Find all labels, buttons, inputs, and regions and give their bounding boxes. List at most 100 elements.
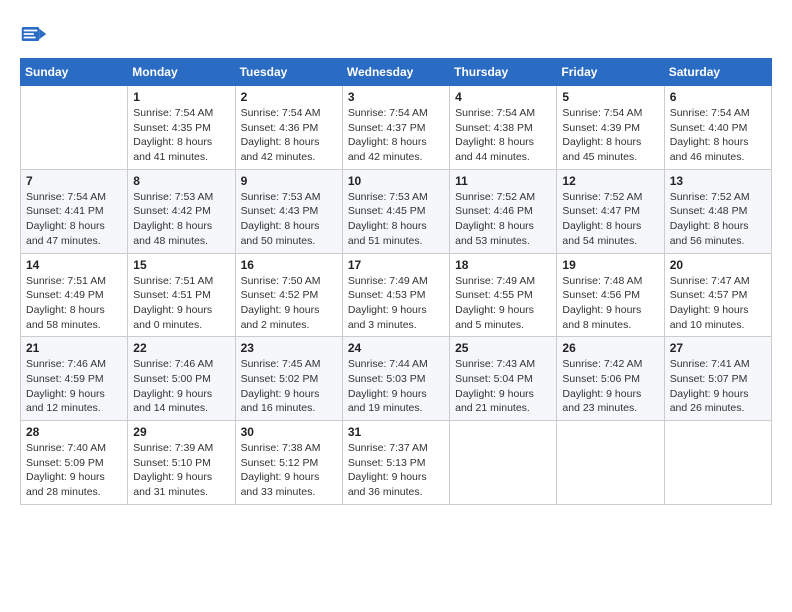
day-info: Sunrise: 7:49 AMSunset: 4:55 PMDaylight:… <box>455 274 551 333</box>
day-number: 26 <box>562 341 658 355</box>
page-container: SundayMondayTuesdayWednesdayThursdayFrid… <box>20 20 772 505</box>
day-info: Sunrise: 7:46 AMSunset: 4:59 PMDaylight:… <box>26 357 122 416</box>
day-number: 6 <box>670 90 766 104</box>
calendar-cell: 24Sunrise: 7:44 AMSunset: 5:03 PMDayligh… <box>342 337 449 421</box>
day-info: Sunrise: 7:37 AMSunset: 5:13 PMDaylight:… <box>348 441 444 500</box>
calendar-cell: 23 Sunrise: 7:45 AMSunset: 5:02 PMDayligh… <box>235 337 342 421</box>
day-number: 25 <box>455 341 551 355</box>
day-info: Sunrise: 7:41 AMSunset: 5:07 PMDaylight:… <box>670 357 766 416</box>
day-info: Sunrise: 7:51 AMSunset: 4:49 PMDaylight:… <box>26 274 122 333</box>
day-info: Sunrise: 7:52 AMSunset: 4:47 PMDaylight:… <box>562 190 658 249</box>
day-number: 8 <box>133 174 229 188</box>
calendar-cell: 19 Sunrise: 7:48 AMSunset: 4:56 PMDayligh… <box>557 253 664 337</box>
day-info: Sunrise: 7:40 AMSunset: 5:09 PMDaylight:… <box>26 441 122 500</box>
calendar-cell: 18 Sunrise: 7:49 AMSunset: 4:55 PMDayligh… <box>450 253 557 337</box>
day-number: 31 <box>348 425 444 439</box>
day-number: 19 <box>562 258 658 272</box>
day-info: Sunrise: 7:53 AMSunset: 4:42 PMDaylight:… <box>133 190 229 249</box>
calendar-cell: 6 Sunrise: 7:54 AMSunset: 4:40 PMDaylight… <box>664 86 771 170</box>
calendar-cell: 31 Sunrise: 7:37 AMSunset: 5:13 PMDayligh… <box>342 421 449 505</box>
calendar-cell: 25 Sunrise: 7:43 AMSunset: 5:04 PMDayligh… <box>450 337 557 421</box>
day-number: 16 <box>241 258 337 272</box>
day-info: Sunrise: 7:44 AMSunset: 5:03 PMDaylight:… <box>348 357 444 416</box>
weekday-header-row: SundayMondayTuesdayWednesdayThursdayFrid… <box>21 59 772 86</box>
day-info: Sunrise: 7:54 AMSunset: 4:38 PMDaylight:… <box>455 106 551 165</box>
day-info: Sunrise: 7:49 AMSunset: 4:53 PMDaylight:… <box>348 274 444 333</box>
calendar-cell: 2Sunrise: 7:54 AMSunset: 4:36 PMDaylight… <box>235 86 342 170</box>
calendar-cell: 7Sunrise: 7:54 AMSunset: 4:41 PMDaylight… <box>21 169 128 253</box>
calendar-cell: 13 Sunrise: 7:52 AMSunset: 4:48 PMDayligh… <box>664 169 771 253</box>
day-number: 20 <box>670 258 766 272</box>
weekday-header-wednesday: Wednesday <box>342 59 449 86</box>
day-info: Sunrise: 7:52 AMSunset: 4:46 PMDaylight:… <box>455 190 551 249</box>
calendar-cell: 11 Sunrise: 7:52 AMSunset: 4:46 PMDayligh… <box>450 169 557 253</box>
day-number: 15 <box>133 258 229 272</box>
calendar-cell <box>450 421 557 505</box>
calendar-cell: 29Sunrise: 7:39 AMSunset: 5:10 PMDayligh… <box>128 421 235 505</box>
day-info: Sunrise: 7:51 AMSunset: 4:51 PMDaylight:… <box>133 274 229 333</box>
day-info: Sunrise: 7:46 AMSunset: 5:00 PMDaylight:… <box>133 357 229 416</box>
calendar-cell: 27 Sunrise: 7:41 AMSunset: 5:07 PMDayligh… <box>664 337 771 421</box>
day-info: Sunrise: 7:52 AMSunset: 4:48 PMDaylight:… <box>670 190 766 249</box>
day-info: Sunrise: 7:54 AMSunset: 4:35 PMDaylight:… <box>133 106 229 165</box>
weekday-header-thursday: Thursday <box>450 59 557 86</box>
day-info: Sunrise: 7:50 AMSunset: 4:52 PMDaylight:… <box>241 274 337 333</box>
day-number: 10 <box>348 174 444 188</box>
day-info: Sunrise: 7:42 AMSunset: 5:06 PMDaylight:… <box>562 357 658 416</box>
day-number: 9 <box>241 174 337 188</box>
calendar-cell <box>664 421 771 505</box>
calendar-cell: 15 Sunrise: 7:51 AMSunset: 4:51 PMDayligh… <box>128 253 235 337</box>
day-number: 14 <box>26 258 122 272</box>
day-number: 30 <box>241 425 337 439</box>
day-info: Sunrise: 7:54 AMSunset: 4:40 PMDaylight:… <box>670 106 766 165</box>
day-info: Sunrise: 7:38 AMSunset: 5:12 PMDaylight:… <box>241 441 337 500</box>
day-number: 22 <box>133 341 229 355</box>
day-info: Sunrise: 7:48 AMSunset: 4:56 PMDaylight:… <box>562 274 658 333</box>
weekday-header-tuesday: Tuesday <box>235 59 342 86</box>
calendar-cell: 9 Sunrise: 7:53 AMSunset: 4:43 PMDaylight… <box>235 169 342 253</box>
calendar-cell: 12 Sunrise: 7:52 AMSunset: 4:47 PMDayligh… <box>557 169 664 253</box>
calendar-week-row: 28Sunrise: 7:40 AMSunset: 5:09 PMDayligh… <box>21 421 772 505</box>
day-number: 4 <box>455 90 551 104</box>
day-number: 3 <box>348 90 444 104</box>
calendar-cell: 20 Sunrise: 7:47 AMSunset: 4:57 PMDayligh… <box>664 253 771 337</box>
day-number: 5 <box>562 90 658 104</box>
day-number: 1 <box>133 90 229 104</box>
day-number: 7 <box>26 174 122 188</box>
calendar-cell: 10Sunrise: 7:53 AMSunset: 4:45 PMDayligh… <box>342 169 449 253</box>
weekday-header-saturday: Saturday <box>664 59 771 86</box>
day-info: Sunrise: 7:54 AMSunset: 4:36 PMDaylight:… <box>241 106 337 165</box>
weekday-header-friday: Friday <box>557 59 664 86</box>
calendar-cell: 17 Sunrise: 7:49 AMSunset: 4:53 PMDayligh… <box>342 253 449 337</box>
calendar-week-row: 1 Sunrise: 7:54 AMSunset: 4:35 PMDaylight… <box>21 86 772 170</box>
calendar-cell: 5Sunrise: 7:54 AMSunset: 4:39 PMDaylight… <box>557 86 664 170</box>
calendar-week-row: 7Sunrise: 7:54 AMSunset: 4:41 PMDaylight… <box>21 169 772 253</box>
calendar-cell: 1 Sunrise: 7:54 AMSunset: 4:35 PMDaylight… <box>128 86 235 170</box>
day-number: 18 <box>455 258 551 272</box>
calendar-cell: 21Sunrise: 7:46 AMSunset: 4:59 PMDayligh… <box>21 337 128 421</box>
header <box>20 20 772 48</box>
calendar-cell: 28Sunrise: 7:40 AMSunset: 5:09 PMDayligh… <box>21 421 128 505</box>
calendar-cell: 8 Sunrise: 7:53 AMSunset: 4:42 PMDaylight… <box>128 169 235 253</box>
day-info: Sunrise: 7:45 AMSunset: 5:02 PMDaylight:… <box>241 357 337 416</box>
day-number: 12 <box>562 174 658 188</box>
calendar-cell <box>21 86 128 170</box>
day-info: Sunrise: 7:47 AMSunset: 4:57 PMDaylight:… <box>670 274 766 333</box>
day-number: 29 <box>133 425 229 439</box>
calendar-week-row: 21Sunrise: 7:46 AMSunset: 4:59 PMDayligh… <box>21 337 772 421</box>
calendar-cell: 22 Sunrise: 7:46 AMSunset: 5:00 PMDayligh… <box>128 337 235 421</box>
day-number: 27 <box>670 341 766 355</box>
calendar-cell: 14 Sunrise: 7:51 AMSunset: 4:49 PMDayligh… <box>21 253 128 337</box>
day-number: 17 <box>348 258 444 272</box>
calendar-cell: 16 Sunrise: 7:50 AMSunset: 4:52 PMDayligh… <box>235 253 342 337</box>
weekday-header-monday: Monday <box>128 59 235 86</box>
day-info: Sunrise: 7:54 AMSunset: 4:37 PMDaylight:… <box>348 106 444 165</box>
day-info: Sunrise: 7:53 AMSunset: 4:43 PMDaylight:… <box>241 190 337 249</box>
day-number: 23 <box>241 341 337 355</box>
day-number: 13 <box>670 174 766 188</box>
day-number: 11 <box>455 174 551 188</box>
calendar-week-row: 14 Sunrise: 7:51 AMSunset: 4:49 PMDayligh… <box>21 253 772 337</box>
day-info: Sunrise: 7:43 AMSunset: 5:04 PMDaylight:… <box>455 357 551 416</box>
calendar-cell: 30 Sunrise: 7:38 AMSunset: 5:12 PMDayligh… <box>235 421 342 505</box>
calendar-table: SundayMondayTuesdayWednesdayThursdayFrid… <box>20 58 772 505</box>
